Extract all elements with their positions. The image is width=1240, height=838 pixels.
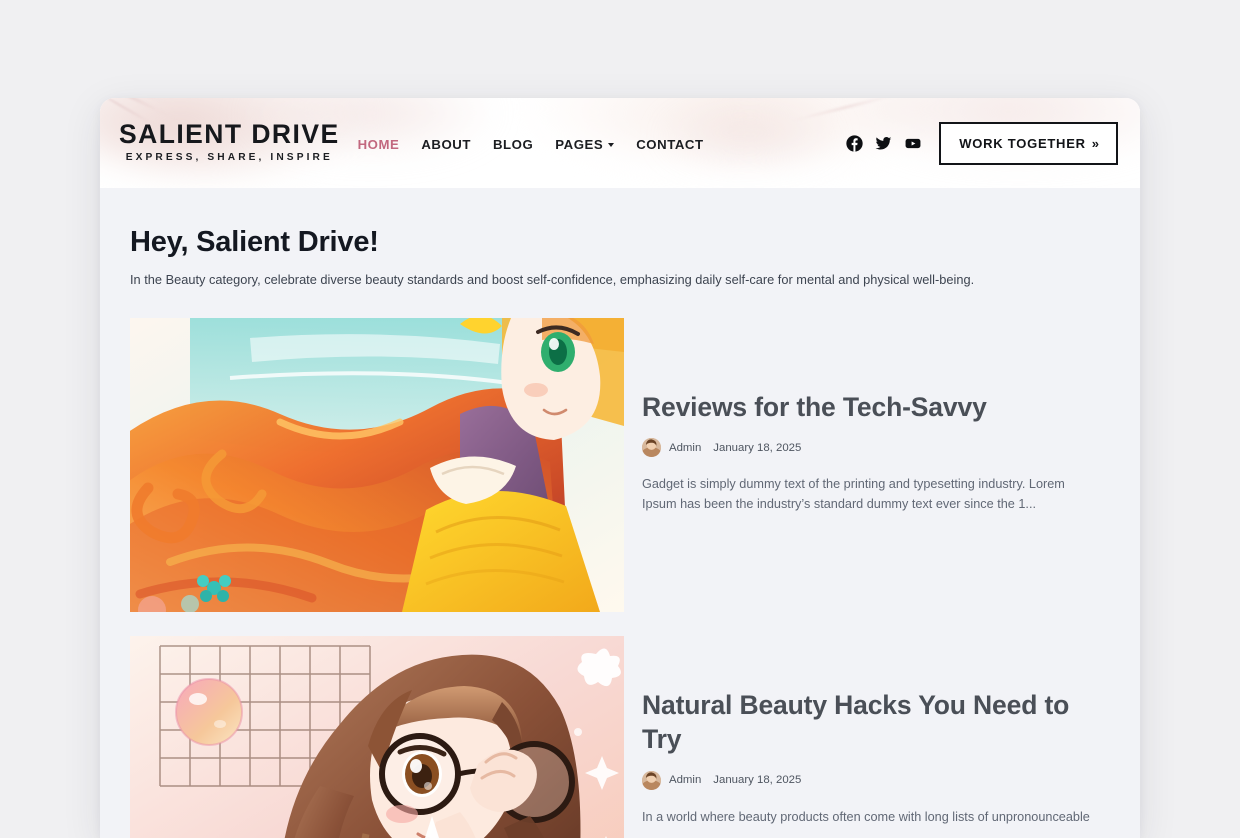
youtube-icon[interactable] bbox=[904, 135, 922, 152]
nav-item-pages[interactable]: PAGES bbox=[555, 136, 615, 152]
post-meta: Admin January 18, 2025 bbox=[642, 438, 1110, 458]
logo-tagline: EXPRESS, SHARE, INSPIRE bbox=[125, 151, 333, 163]
post-author: Admin bbox=[669, 441, 702, 454]
avatar bbox=[642, 770, 661, 790]
post-list-item: Natural Beauty Hacks You Need to Try Adm… bbox=[130, 636, 1110, 838]
post-date: January 18, 2025 bbox=[713, 441, 802, 454]
post-date: January 18, 2025 bbox=[713, 774, 802, 787]
nav-item-label: CONTACT bbox=[636, 136, 704, 152]
twitter-icon[interactable] bbox=[875, 135, 892, 152]
main-content: Hey, Salient Drive! In the Beauty catego… bbox=[100, 188, 1140, 838]
nav-item-label: BLOG bbox=[492, 136, 534, 152]
chevron-down-icon bbox=[608, 143, 615, 147]
work-together-button[interactable]: WORK TOGETHER » bbox=[939, 121, 1118, 165]
main-navigation: HOME ABOUT BLOG PAGES CONTACT bbox=[358, 135, 704, 152]
header-inner: SALIENT DRIVE EXPRESS, SHARE, INSPIRE HO… bbox=[100, 98, 1140, 188]
site-header: SALIENT DRIVE EXPRESS, SHARE, INSPIRE HO… bbox=[100, 98, 1140, 188]
nav-item-contact[interactable]: CONTACT bbox=[636, 137, 703, 152]
nav-item-blog[interactable]: BLOG bbox=[493, 137, 533, 152]
post-meta: Admin January 18, 2025 bbox=[642, 770, 1110, 790]
logo-title: SALIENT DRIVE bbox=[119, 119, 340, 150]
header-right: WORK TOGETHER » bbox=[846, 121, 1118, 165]
page-title: Hey, Salient Drive! bbox=[130, 226, 379, 258]
nav-item-home[interactable]: HOME bbox=[358, 137, 400, 152]
post-title[interactable]: Natural Beauty Hacks You Need to Try bbox=[642, 688, 1110, 757]
post-body: Reviews for the Tech-Savvy Admin January bbox=[642, 318, 1110, 514]
post-thumbnail-anime-orange-hair[interactable] bbox=[130, 318, 624, 613]
page-subtitle: In the Beauty category, celebrate divers… bbox=[130, 272, 975, 288]
nav-item-label: ABOUT bbox=[421, 136, 471, 152]
cta-label: WORK TOGETHER bbox=[959, 135, 1086, 151]
post-thumbnail-anime-glasses-girl[interactable] bbox=[130, 636, 624, 838]
social-links bbox=[846, 134, 922, 152]
post-list: Reviews for the Tech-Savvy Admin January bbox=[130, 318, 1110, 838]
post-excerpt: Gadget is simply dummy text of the print… bbox=[642, 477, 1065, 511]
browser-window: SALIENT DRIVE EXPRESS, SHARE, INSPIRE HO… bbox=[100, 98, 1140, 838]
post-title[interactable]: Reviews for the Tech-Savvy bbox=[642, 390, 1110, 424]
avatar bbox=[642, 438, 661, 458]
nav-item-label: PAGES bbox=[555, 136, 604, 152]
post-list-item: Reviews for the Tech-Savvy Admin January bbox=[130, 318, 1110, 613]
nav-item-about[interactable]: ABOUT bbox=[421, 137, 471, 152]
nav-item-label: HOME bbox=[357, 136, 400, 152]
site-logo[interactable]: SALIENT DRIVE EXPRESS, SHARE, INSPIRE bbox=[119, 121, 340, 164]
post-body: Natural Beauty Hacks You Need to Try Adm… bbox=[642, 636, 1110, 827]
facebook-icon[interactable] bbox=[846, 134, 863, 152]
post-author: Admin bbox=[669, 774, 702, 787]
double-chevron-right-icon: » bbox=[1091, 135, 1099, 151]
